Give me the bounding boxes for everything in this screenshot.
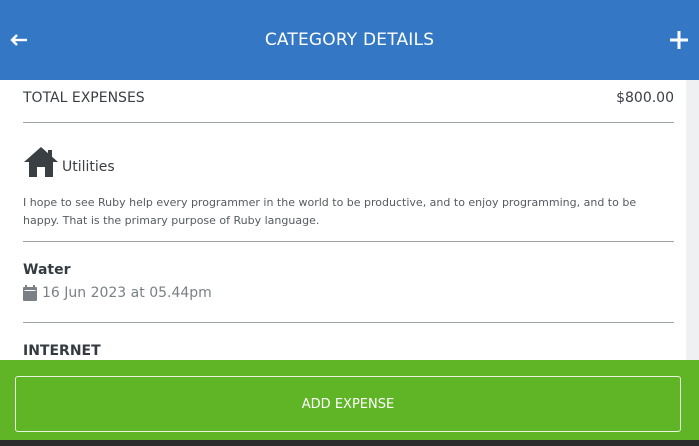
expense-name[interactable]: INTERNET [23, 343, 101, 359]
expense-date: 16 Jun 2023 at 05.44pm [23, 285, 212, 301]
side-gutter [686, 80, 699, 360]
add-button[interactable] [665, 25, 693, 55]
category-name: Utilities [62, 159, 115, 175]
house-icon [24, 147, 58, 177]
expense-name[interactable]: Water [23, 262, 70, 278]
app-header: CATEGORY DETAILS [0, 0, 699, 80]
total-expenses-label: TOTAL EXPENSES [23, 90, 145, 106]
category-details-content: TOTAL EXPENSES $800.00 Utilities I hope … [0, 80, 686, 360]
plus-icon [670, 31, 688, 49]
footer-bar: ADD EXPENSE [0, 360, 699, 440]
divider [23, 122, 674, 123]
category-description: I hope to see Ruby help every programmer… [23, 196, 637, 227]
add-expense-button[interactable]: ADD EXPENSE [15, 376, 681, 432]
category-heading: Utilities [23, 146, 115, 178]
calendar-icon [23, 285, 37, 301]
bottom-edge [0, 440, 699, 446]
page-title: CATEGORY DETAILS [264, 30, 435, 50]
divider [23, 322, 674, 323]
total-expenses-amount: $800.00 [616, 90, 674, 106]
total-expenses-row: TOTAL EXPENSES $800.00 [23, 90, 674, 106]
expense-date-text: 16 Jun 2023 at 05.44pm [42, 285, 212, 301]
divider [23, 241, 674, 242]
